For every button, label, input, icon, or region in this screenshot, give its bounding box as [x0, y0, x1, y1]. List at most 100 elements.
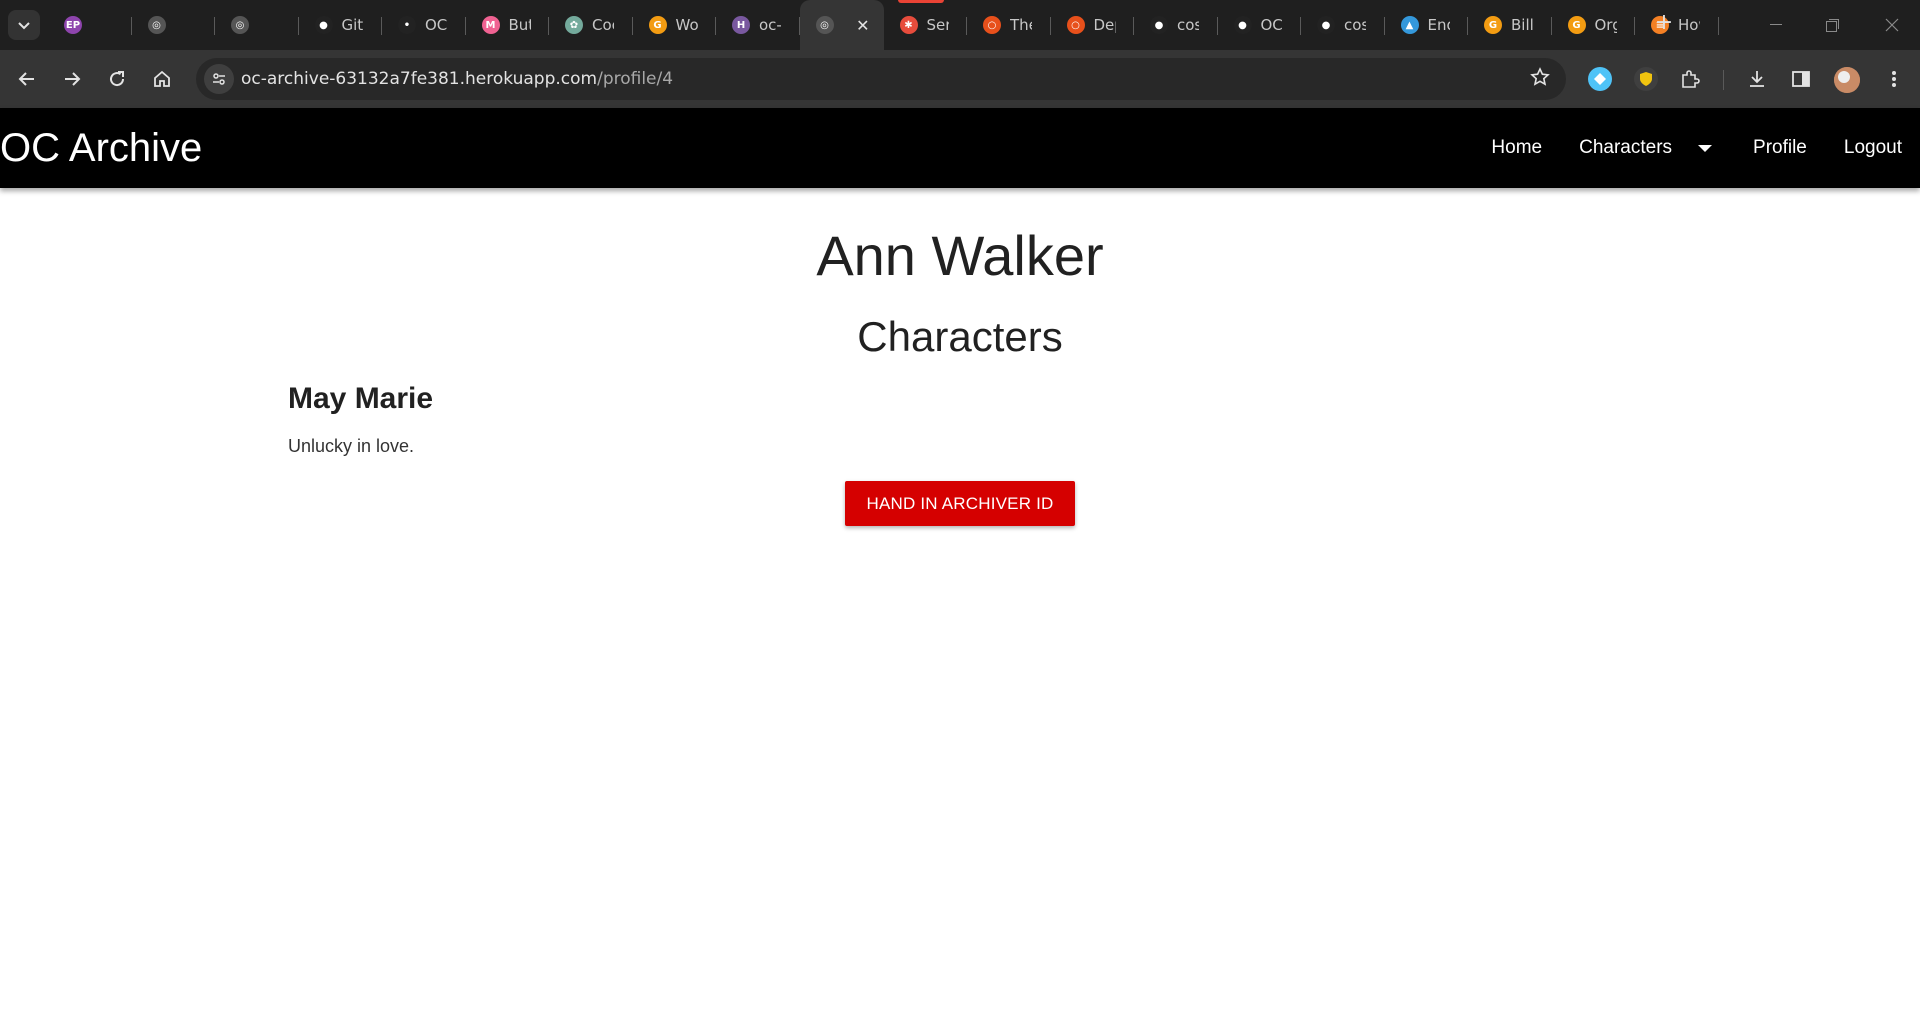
tab-favicon-icon: ▲ [1400, 16, 1419, 34]
diamond-glyph-icon [1594, 73, 1606, 85]
browser-tab[interactable]: • OC [382, 0, 466, 50]
browser-toolbar: oc-archive-63132a7fe381.herokuapp.com/pr… [0, 50, 1920, 108]
side-panel-button[interactable] [1789, 67, 1813, 91]
browser-tab[interactable]: G Wor [633, 0, 717, 50]
browser-tab[interactable]: G Org [1552, 0, 1636, 50]
nav-characters-label: Characters [1579, 137, 1673, 158]
hand-in-archiver-id-button[interactable]: HAND IN ARCHIVER ID [845, 481, 1075, 526]
address-bar[interactable]: oc-archive-63132a7fe381.herokuapp.com/pr… [196, 58, 1566, 100]
tune-icon [213, 73, 225, 85]
tab-title: The [1010, 16, 1032, 34]
reload-icon [110, 71, 125, 87]
tab-favicon-icon: ◎ [815, 16, 834, 34]
toolbar-divider [1723, 70, 1724, 90]
browser-tab[interactable]: ◎ [132, 0, 216, 50]
tab-title: cosi [1344, 16, 1366, 34]
browser-tab[interactable]: ○ Dep [1051, 0, 1135, 50]
extension-diamond-icon[interactable] [1588, 67, 1612, 91]
tab-title: Wor [675, 16, 698, 34]
tab-title: Org [1594, 16, 1617, 34]
reload-button[interactable] [103, 65, 131, 93]
home-button[interactable] [148, 65, 176, 93]
browser-tab[interactable]: ● Gitl [299, 0, 383, 50]
nav-profile-link[interactable]: Profile [1753, 137, 1807, 159]
tab-favicon-icon: ○ [1066, 16, 1085, 34]
home-icon [154, 70, 170, 87]
chevron-down-icon [18, 22, 30, 30]
nav-characters-dropdown[interactable]: Characters [1579, 137, 1716, 159]
tab-close-icon[interactable]: ✕ [856, 16, 869, 35]
close-icon [1885, 18, 1899, 32]
tab-favicon-icon: ◎ [147, 16, 166, 34]
browser-tab[interactable]: ● cosi [1301, 0, 1385, 50]
nav-logout-link[interactable]: Logout [1844, 137, 1902, 159]
tab-favicon-icon: G [648, 16, 667, 34]
arrow-left-icon [18, 72, 34, 86]
tab-favicon-icon: ○ [983, 16, 1001, 34]
browser-tab[interactable]: M Butt [466, 0, 550, 50]
site-navbar: OC Archive Home Characters Profile Logou… [0, 108, 1920, 188]
star-icon [1530, 67, 1550, 86]
tab-favicon-icon: EP [64, 16, 82, 34]
close-window-button[interactable] [1864, 0, 1920, 50]
browser-tab[interactable]: ✱ Serv [884, 0, 968, 50]
arrow-right-icon [65, 72, 81, 86]
tab-favicon-icon: ✿ [565, 16, 583, 34]
characters-section-title: Characters [857, 313, 1063, 360]
restore-button[interactable] [1804, 0, 1860, 50]
site-brand-logo[interactable]: OC Archive [0, 126, 202, 171]
downloads-button[interactable] [1745, 67, 1769, 91]
extension-shield-icon[interactable] [1634, 67, 1658, 91]
extensions-button[interactable] [1678, 67, 1702, 91]
browser-tab[interactable]: Hoc-a [716, 0, 800, 50]
browser-tab[interactable]: EP [48, 0, 132, 50]
tab-title: cosi [1177, 16, 1199, 34]
minimize-icon [1770, 24, 1782, 25]
url-host: oc-archive-63132a7fe381.herokuapp.com [241, 69, 598, 89]
browser-tab[interactable]: ◎ ✕ [799, 0, 884, 50]
tab-favicon-icon: ● [1317, 16, 1335, 34]
browser-tab[interactable]: ● cosi [1134, 0, 1218, 50]
tab-favicon-icon: G [1484, 16, 1502, 34]
more-vertical-icon [1892, 71, 1896, 87]
tab-favicon-icon: ✱ [899, 16, 918, 34]
restore-icon [1825, 18, 1839, 32]
new-tab-button[interactable]: + [1652, 12, 1676, 36]
profile-avatar[interactable] [1834, 67, 1860, 93]
site-info-button[interactable] [204, 64, 234, 94]
tab-title: How [1678, 16, 1700, 34]
browser-menu-button[interactable] [1882, 67, 1906, 91]
tab-favicon-icon: G [1567, 16, 1586, 34]
tab-favicon-icon: H [732, 16, 750, 34]
caret-down-icon [1698, 144, 1713, 152]
tab-title: Billi [1511, 16, 1533, 34]
back-button[interactable] [13, 65, 41, 93]
tab-search-button[interactable] [8, 10, 40, 40]
tab-title: Serv [926, 16, 949, 34]
browser-tab[interactable]: ✿ Coc [549, 0, 633, 50]
browser-tab[interactable]: G Billi [1468, 0, 1552, 50]
bookmark-star-button[interactable] [1530, 67, 1550, 92]
avatar-icon [1834, 67, 1860, 93]
browser-tab[interactable]: ○ The [967, 0, 1051, 50]
nav-home-link[interactable]: Home [1491, 137, 1542, 159]
character-description: Unlucky in love. [288, 436, 415, 456]
minimize-button[interactable] [1748, 0, 1804, 50]
character-name[interactable]: May Marie [288, 382, 433, 416]
tab-title: Gitl [341, 16, 364, 34]
tab-favicon-icon: ● [314, 16, 333, 34]
browser-tab[interactable]: ◎ [215, 0, 299, 50]
shield-glyph-icon [1640, 72, 1652, 86]
tab-favicon-icon: ● [1150, 16, 1168, 34]
url-path: /profile/4 [597, 69, 674, 89]
forward-button[interactable] [58, 65, 86, 93]
tab-title: Butt [508, 16, 531, 34]
browser-tab[interactable]: ● OC- [1218, 0, 1302, 50]
tab-favicon-icon: ● [1233, 16, 1252, 34]
tab-title: oc-a [759, 16, 781, 34]
tab-title: OC- [1260, 16, 1283, 34]
browser-tab[interactable]: ≡How [1635, 0, 1719, 50]
tab-title: Dep [1093, 16, 1116, 34]
browser-tab[interactable]: ▲ End [1385, 0, 1469, 50]
tab-title: Coc [592, 16, 614, 34]
